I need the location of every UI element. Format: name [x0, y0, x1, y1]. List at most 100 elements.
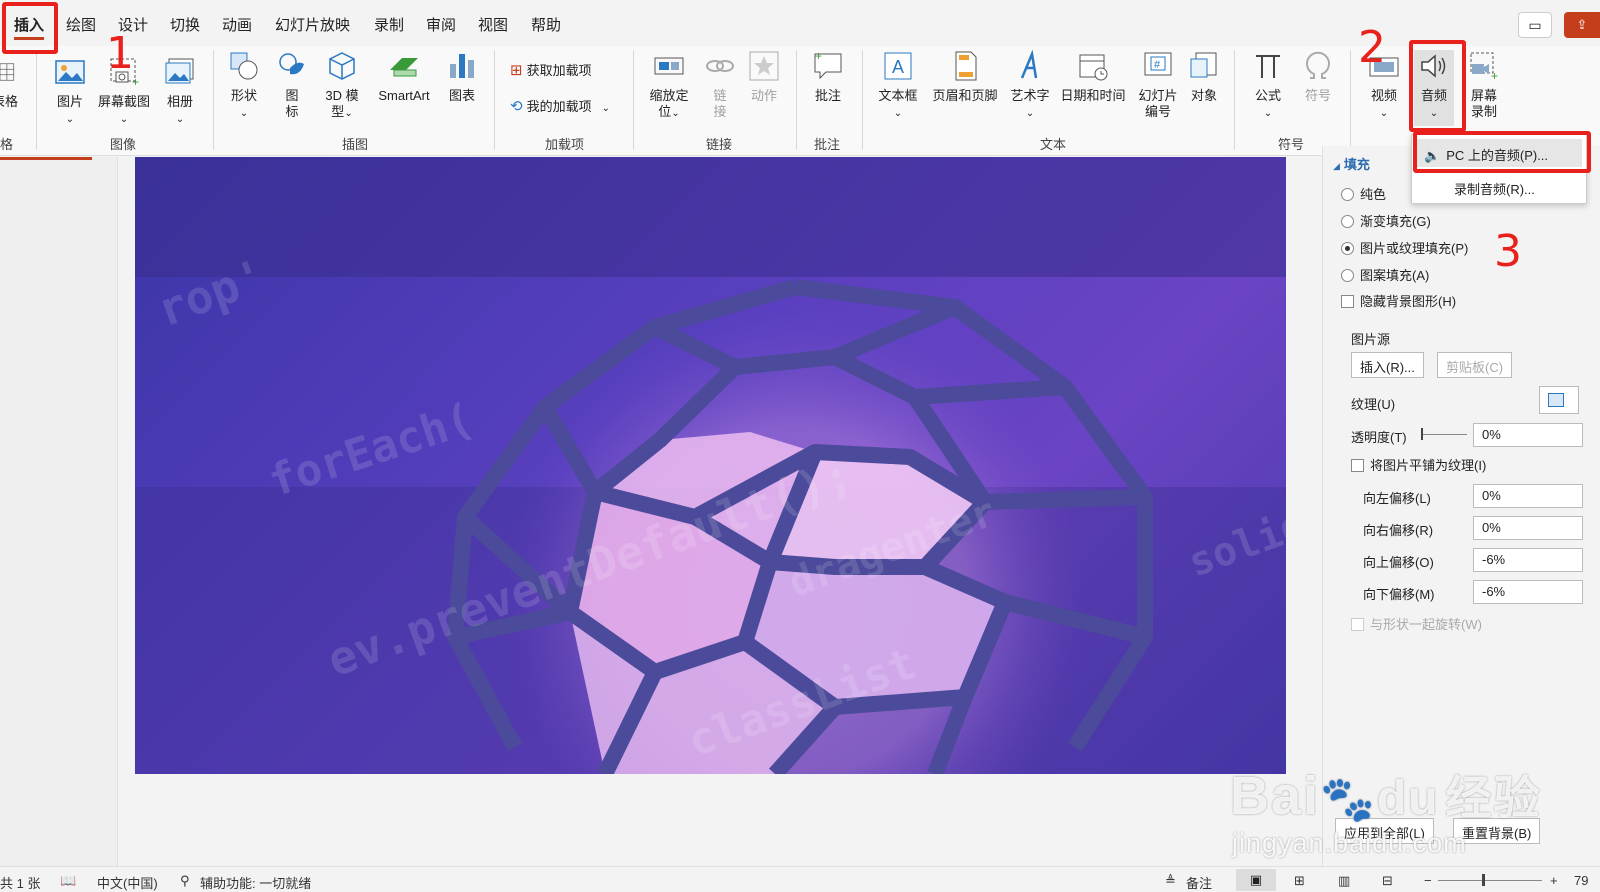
get-addins-button[interactable]: ⊞ 获取加载项 [510, 60, 592, 79]
offset-top-label: 向上偏移(O) [1363, 555, 1434, 570]
checkbox[interactable] [1351, 459, 1364, 472]
link-button[interactable]: 链接 [704, 50, 736, 120]
slide-number-label-1: 幻灯片 [1138, 88, 1178, 103]
tab-animations[interactable]: 动画 [222, 14, 252, 35]
picture-icon [55, 60, 85, 84]
wordart-button[interactable]: 艺术字 ⌄ [1008, 50, 1052, 122]
separator [796, 50, 797, 150]
picture-fill-option[interactable]: 图片或纹理填充(P) [1341, 238, 1468, 257]
group-label-comments: 批注 [814, 137, 841, 152]
icons-icon [279, 53, 304, 75]
solid-fill-option[interactable]: 纯色 [1341, 184, 1386, 203]
tab-review[interactable]: 审阅 [426, 14, 456, 35]
header-footer-button[interactable]: 页眉和页脚 [928, 50, 1002, 104]
zoom-slider[interactable] [1438, 874, 1542, 886]
tab-record[interactable]: 录制 [374, 14, 404, 35]
object-button[interactable]: 对象 [1186, 50, 1222, 104]
normal-view-button[interactable]: ▣ [1236, 869, 1276, 891]
offset-top-input[interactable]: -6% [1473, 548, 1583, 572]
transparency-slider[interactable] [1421, 428, 1467, 440]
tile-texture-option[interactable]: 将图片平铺为纹理(I) [1351, 455, 1486, 474]
hide-background-option[interactable]: 隐藏背景图形(H) [1341, 291, 1456, 310]
pictures-label: 图片 [56, 94, 83, 109]
fill-section-header[interactable]: ◢ 填充 [1333, 154, 1370, 173]
screen-record-icon: + [1470, 52, 1498, 82]
screen-recording-label-2: 录制 [1470, 104, 1497, 119]
tab-view[interactable]: 视图 [478, 14, 508, 35]
my-addins-button[interactable]: ⟲ 我的加载项 ⌄ [510, 96, 610, 115]
tab-transitions[interactable]: 切换 [170, 14, 200, 35]
share-button[interactable]: ⇪ [1564, 12, 1600, 38]
icons-label-2: 标 [285, 104, 299, 119]
comments-icon[interactable]: ▭ [1518, 12, 1552, 38]
insert-picture-button[interactable]: 插入(R)... [1351, 352, 1424, 378]
tab-help[interactable]: 帮助 [531, 14, 561, 35]
pattern-fill-option[interactable]: 图案填充(A) [1341, 265, 1429, 284]
equation-button[interactable]: 公式 ⌄ [1250, 50, 1286, 122]
icons-button[interactable]: 图标 [274, 50, 310, 120]
radio-button[interactable] [1341, 269, 1354, 282]
record-audio-item[interactable]: 录制音频(R)... [1416, 173, 1582, 201]
3d-models-label-1: 3D 模 [325, 88, 359, 103]
slide-canvas[interactable]: rop' forEach( ev.preventDefault(); drage… [135, 157, 1286, 774]
zoom-thumb[interactable] [1482, 874, 1485, 886]
radio-button[interactable] [1341, 215, 1354, 228]
store-icon: ⊞ [510, 62, 523, 79]
video-label: 视频 [1370, 88, 1397, 103]
annotation-number-3: 3 [1494, 226, 1522, 277]
spellcheck-icon[interactable]: 📖 [60, 873, 76, 889]
transparency-input[interactable]: 0% [1473, 423, 1583, 447]
zoom-in-button[interactable]: + [1550, 873, 1558, 888]
comment-button[interactable]: + 批注 [810, 50, 846, 104]
notes-button[interactable]: 备注 [1186, 873, 1212, 892]
3d-models-button[interactable]: 3D 模型⌄ [322, 50, 362, 122]
slide-sorter-icon[interactable]: ⊞ [1294, 873, 1305, 889]
action-button[interactable]: 动作 [746, 50, 782, 104]
symbol-button[interactable]: 符号 [1300, 50, 1336, 104]
screen-recording-button[interactable]: + 屏幕 录制 [1464, 50, 1504, 120]
language-status[interactable]: 中文(中国) [97, 873, 158, 892]
slideshow-icon[interactable]: ⊟ [1382, 873, 1393, 889]
pattern-fill-label: 图案填充(A) [1360, 268, 1430, 283]
offset-right-input[interactable]: 0% [1473, 516, 1583, 540]
offset-bottom-input[interactable]: -6% [1473, 580, 1583, 604]
album-button[interactable]: 相册 ⌄ [160, 56, 200, 128]
offset-left-input[interactable]: 0% [1473, 484, 1583, 508]
separator [1234, 50, 1235, 150]
texture-dropdown[interactable] [1539, 386, 1579, 414]
textbox-button[interactable]: A 文本框 ⌄ [876, 50, 920, 122]
tab-draw[interactable]: 绘图 [66, 14, 96, 35]
slide-number-button[interactable]: # 幻灯片 编号 [1134, 50, 1182, 120]
slider-thumb[interactable] [1421, 428, 1423, 440]
accessibility-icon[interactable]: ⚲ [180, 873, 190, 889]
smartart-button[interactable]: SmartArt [372, 50, 436, 104]
3d-models-label-2: 型 [331, 104, 345, 119]
accessibility-status[interactable]: 辅助功能: 一切就绪 [200, 873, 311, 892]
link-label-2: 接 [713, 104, 727, 119]
rotate-with-shape-option[interactable]: 与形状一起旋转(W) [1351, 614, 1482, 633]
radio-button-selected[interactable] [1341, 242, 1354, 255]
zoom-level[interactable]: 79 [1574, 873, 1588, 888]
chart-button[interactable]: 图表 [444, 50, 480, 104]
reading-view-icon[interactable]: ▥ [1338, 873, 1350, 889]
chart-label: 图表 [448, 88, 475, 103]
separator [862, 50, 863, 150]
clipboard-button[interactable]: 剪贴板(C) [1437, 352, 1513, 378]
zoom-button[interactable]: 缩放定 位⌄ [646, 50, 692, 122]
notes-icon[interactable]: ≜ [1165, 873, 1176, 889]
table-button[interactable]: 表格 [0, 56, 22, 110]
group-label-illustrations: 插图 [342, 137, 369, 152]
gradient-fill-option[interactable]: 渐变填充(G) [1341, 211, 1431, 230]
tab-slideshow[interactable]: 幻灯片放映 [275, 14, 350, 35]
datetime-button[interactable]: 日期和时间 [1056, 50, 1130, 104]
checkbox[interactable] [1341, 295, 1354, 308]
star-icon [749, 51, 779, 81]
radio-button[interactable] [1341, 188, 1354, 201]
shapes-button[interactable]: 形状 ⌄ [226, 50, 262, 122]
record-audio-label: 录制音频(R)... [1454, 182, 1535, 197]
checkbox[interactable] [1351, 618, 1364, 631]
zoom-out-button[interactable]: − [1424, 873, 1432, 888]
rotate-with-shape-label: 与形状一起旋转(W) [1370, 617, 1482, 632]
offset-bottom-label: 向下偏移(M) [1363, 587, 1435, 602]
pictures-button[interactable]: 图片 ⌄ [50, 56, 90, 128]
